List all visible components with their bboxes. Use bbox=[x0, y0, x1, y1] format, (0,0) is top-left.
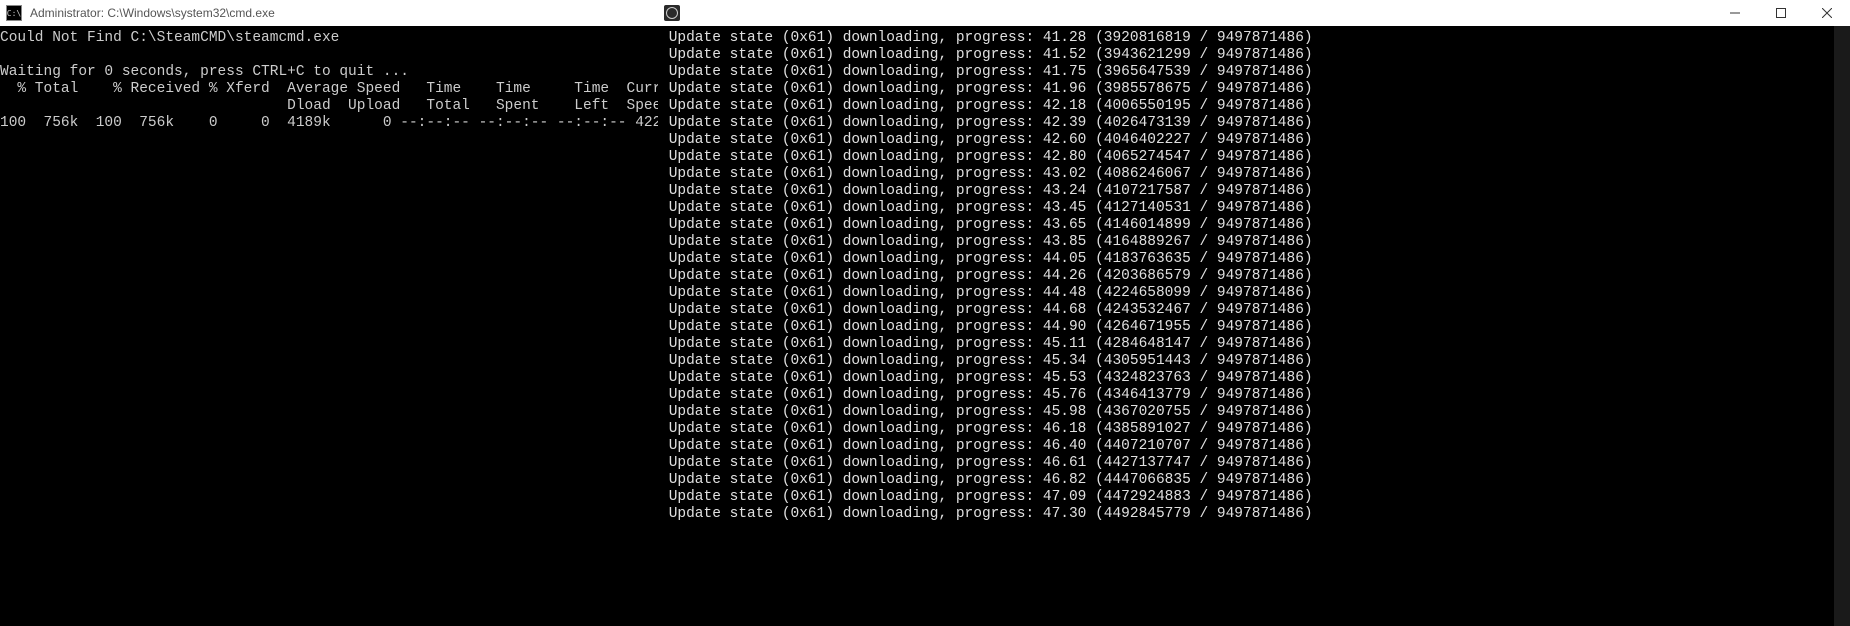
minimize-button[interactable] bbox=[1712, 0, 1758, 26]
cmd-icon: C:\ bbox=[6, 5, 22, 21]
steam-window: Update state (0x61) downloading, progres… bbox=[658, 0, 1850, 626]
steam-icon bbox=[664, 5, 680, 21]
cmd-window: C:\ Administrator: C:\Windows\system32\c… bbox=[0, 0, 658, 626]
maximize-button[interactable] bbox=[1758, 0, 1804, 26]
cmd-output[interactable]: Could Not Find C:\SteamCMD\steamcmd.exe … bbox=[0, 26, 658, 626]
steam-titlebar[interactable] bbox=[658, 0, 1850, 26]
steam-output[interactable]: Update state (0x61) downloading, progres… bbox=[658, 26, 1850, 626]
scrollbar[interactable] bbox=[1834, 26, 1850, 626]
cmd-title-text: Administrator: C:\Windows\system32\cmd.e… bbox=[28, 6, 275, 20]
window-controls bbox=[1712, 0, 1850, 26]
close-button[interactable] bbox=[1804, 0, 1850, 26]
cmd-titlebar[interactable]: C:\ Administrator: C:\Windows\system32\c… bbox=[0, 0, 658, 26]
